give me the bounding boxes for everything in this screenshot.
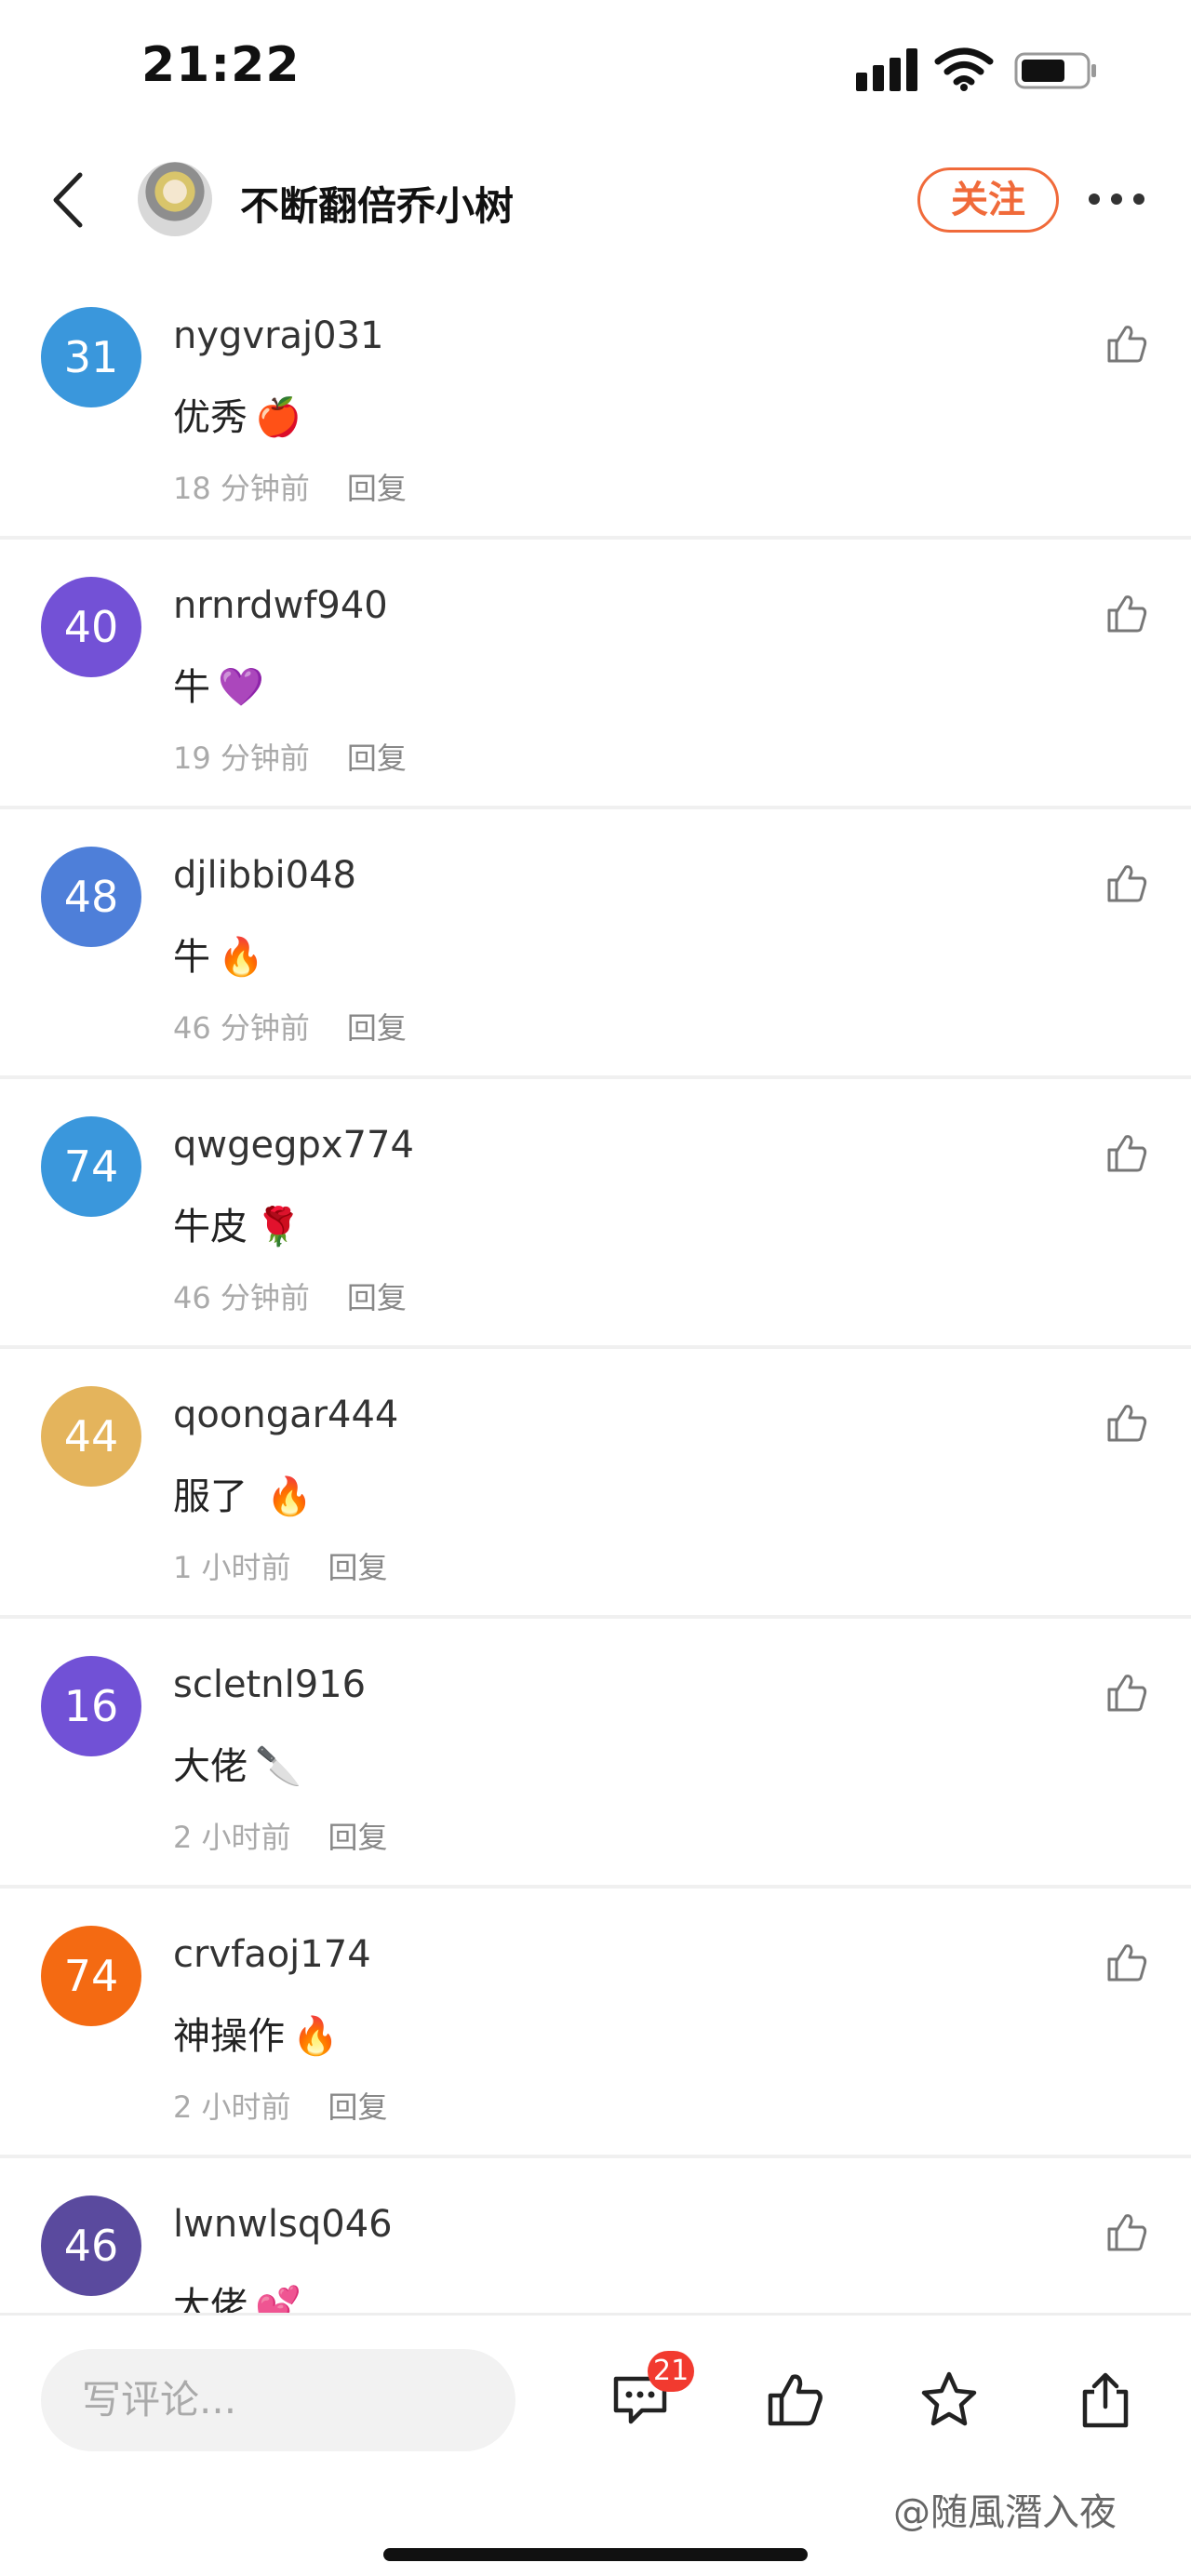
comment-time: 19 分钟前 bbox=[173, 741, 310, 776]
comment-item: 74 crvfaoj174 神操作 🔥 2 小时前 回复 bbox=[0, 1889, 1191, 2158]
thumbs-up-icon[interactable] bbox=[1105, 592, 1148, 634]
comment-text: 大佬 🔪 bbox=[173, 1736, 301, 1790]
back-icon[interactable] bbox=[47, 169, 93, 231]
comment-body: 牛皮 bbox=[173, 1206, 248, 1248]
comment-emoji: 🔥 bbox=[266, 1475, 313, 1518]
comment-text: 牛 💜 bbox=[173, 657, 264, 711]
comment-item: 40 nrnrdwf940 牛 💜 19 分钟前 回复 bbox=[0, 540, 1191, 809]
commenter-username[interactable]: qwgegpx774 bbox=[173, 1124, 414, 1167]
commenter-avatar[interactable]: 74 bbox=[41, 1116, 141, 1217]
author-name[interactable]: 不断翻倍乔小树 bbox=[240, 175, 514, 232]
like-icon[interactable] bbox=[765, 2369, 824, 2429]
comment-item: 31 nygvraj031 优秀 🍎 18 分钟前 回复 bbox=[0, 270, 1191, 540]
thumbs-up-icon[interactable] bbox=[1105, 1941, 1148, 1983]
home-indicator[interactable] bbox=[383, 2548, 808, 2561]
reply-button[interactable]: 回复 bbox=[347, 1280, 407, 1315]
commenter-username[interactable]: djlibbi048 bbox=[173, 854, 356, 897]
comment-emoji: 🔪 bbox=[255, 1745, 301, 1788]
comment-list: 31 nygvraj031 优秀 🍎 18 分钟前 回复 40 nrnrdwf940… bbox=[0, 270, 1191, 2313]
comment-item: 44 qoongar444 服了 🔥 1 小时前 回复 bbox=[0, 1349, 1191, 1619]
thumbs-up-icon[interactable] bbox=[1105, 1401, 1148, 1444]
battery-icon bbox=[1014, 52, 1096, 89]
commenter-username[interactable]: nrnrdwf940 bbox=[173, 584, 388, 627]
reply-button[interactable]: 回复 bbox=[347, 1010, 407, 1046]
commenter-avatar[interactable]: 16 bbox=[41, 1656, 141, 1756]
comment-input[interactable]: 写评论... bbox=[41, 2349, 515, 2451]
reply-button[interactable]: 回复 bbox=[328, 1820, 388, 1855]
comment-time: 2 小时前 bbox=[173, 1820, 291, 1855]
comment-meta: 2 小时前 回复 bbox=[173, 1814, 388, 1857]
comment-emoji: 💕 bbox=[255, 2285, 301, 2313]
comment-text: 服了 🔥 bbox=[173, 1466, 313, 1520]
commenter-avatar[interactable]: 48 bbox=[41, 847, 141, 947]
commenter-avatar[interactable]: 44 bbox=[41, 1386, 141, 1487]
commenter-username[interactable]: scletnl916 bbox=[173, 1663, 366, 1706]
author-avatar[interactable] bbox=[138, 162, 212, 236]
commenter-username[interactable]: nygvraj031 bbox=[173, 314, 384, 357]
follow-button[interactable]: 关注 bbox=[917, 167, 1059, 233]
comment-emoji: 💜 bbox=[218, 666, 264, 709]
comment-text: 牛 🔥 bbox=[173, 927, 264, 981]
comment-body: 牛 bbox=[173, 666, 210, 709]
comment-body: 大佬 bbox=[173, 2285, 248, 2313]
comment-item: 46 lwnwlsq046 大佬 💕 bbox=[0, 2158, 1191, 2313]
reply-button[interactable]: 回复 bbox=[328, 2089, 388, 2125]
comment-meta: 2 小时前 回复 bbox=[173, 2084, 388, 2127]
reply-button[interactable]: 回复 bbox=[328, 1550, 388, 1585]
comment-body: 服了 bbox=[173, 1475, 248, 1518]
comment-meta: 18 分钟前 回复 bbox=[173, 465, 407, 508]
comment-body: 神操作 bbox=[173, 2015, 285, 2058]
commenter-avatar[interactable]: 31 bbox=[41, 307, 141, 407]
comment-emoji: 🌹 bbox=[255, 1206, 301, 1248]
bottom-action-bar: 写评论... 21 bbox=[0, 2313, 1191, 2576]
status-bar: 21:22 bbox=[0, 0, 1191, 140]
comment-item: 48 djlibbi048 牛 🔥 46 分钟前 回复 bbox=[0, 809, 1191, 1079]
thumbs-up-icon[interactable] bbox=[1105, 1131, 1148, 1174]
commenter-username[interactable]: crvfaoj174 bbox=[173, 1933, 371, 1976]
thumbs-up-icon[interactable] bbox=[1105, 322, 1148, 365]
comment-text: 大佬 💕 bbox=[173, 2276, 301, 2313]
thumbs-up-icon[interactable] bbox=[1105, 1671, 1148, 1714]
commenter-username[interactable]: lwnwlsq046 bbox=[173, 2203, 393, 2246]
comment-time: 46 分钟前 bbox=[173, 1010, 310, 1046]
nav-bar: 不断翻倍乔小树 关注 bbox=[0, 140, 1191, 260]
thumbs-up-icon[interactable] bbox=[1105, 2210, 1148, 2253]
commenter-avatar[interactable]: 74 bbox=[41, 1926, 141, 2026]
status-time: 21:22 bbox=[141, 37, 301, 93]
comment-meta: 46 分钟前 回复 bbox=[173, 1005, 407, 1048]
comment-meta: 1 小时前 回复 bbox=[173, 1544, 388, 1587]
comment-body: 优秀 bbox=[173, 396, 248, 439]
comment-body: 牛 bbox=[173, 936, 210, 979]
comment-item: 74 qwgegpx774 牛皮 🌹 46 分钟前 回复 bbox=[0, 1079, 1191, 1349]
wifi-icon bbox=[934, 47, 994, 91]
more-icon[interactable] bbox=[1087, 188, 1146, 210]
signal-icon bbox=[856, 48, 917, 91]
comment-time: 46 分钟前 bbox=[173, 1280, 310, 1315]
comment-emoji: 🔥 bbox=[292, 2015, 339, 2058]
comment-item: 16 scletnl916 大佬 🔪 2 小时前 回复 bbox=[0, 1619, 1191, 1889]
reply-button[interactable]: 回复 bbox=[347, 471, 407, 506]
commenter-username[interactable]: qoongar444 bbox=[173, 1394, 398, 1436]
commenter-avatar[interactable]: 46 bbox=[41, 2196, 141, 2296]
comment-time: 18 分钟前 bbox=[173, 471, 310, 506]
watermark: @随風潛入夜 bbox=[893, 2491, 1117, 2534]
comment-meta: 46 分钟前 回复 bbox=[173, 1275, 407, 1317]
comment-meta: 19 分钟前 回复 bbox=[173, 735, 407, 778]
star-icon[interactable] bbox=[919, 2369, 979, 2429]
comment-emoji: 🔥 bbox=[218, 936, 264, 979]
share-icon[interactable] bbox=[1076, 2369, 1135, 2429]
reply-button[interactable]: 回复 bbox=[347, 741, 407, 776]
comment-count-badge: 21 bbox=[648, 2351, 695, 2392]
commenter-avatar[interactable]: 40 bbox=[41, 577, 141, 677]
comment-text: 神操作 🔥 bbox=[173, 2006, 339, 2060]
comment-text: 牛皮 🌹 bbox=[173, 1196, 301, 1250]
thumbs-up-icon[interactable] bbox=[1105, 861, 1148, 904]
comment-time: 2 小时前 bbox=[173, 2089, 291, 2125]
comment-emoji: 🍎 bbox=[255, 396, 301, 439]
comment-text: 优秀 🍎 bbox=[173, 387, 301, 441]
comment-body: 大佬 bbox=[173, 1745, 248, 1788]
comment-time: 1 小时前 bbox=[173, 1550, 291, 1585]
